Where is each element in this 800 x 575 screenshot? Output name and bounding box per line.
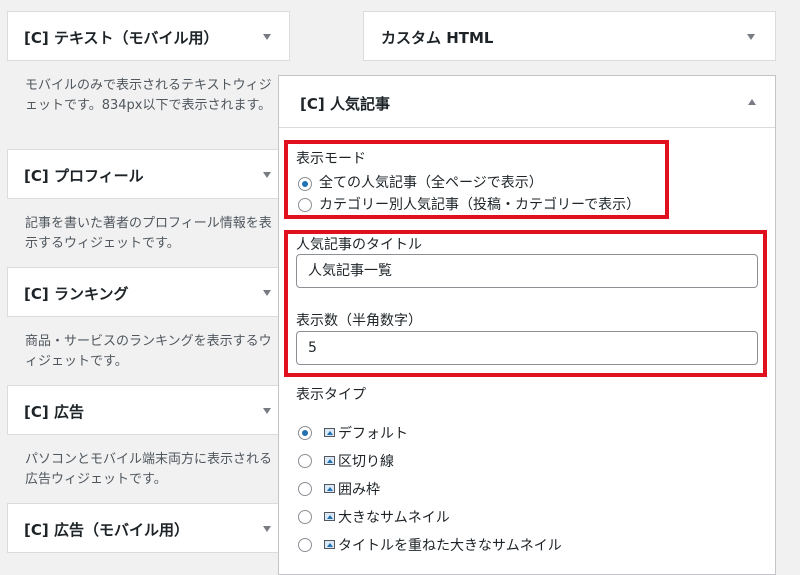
panel-header[interactable]: [C] 人気記事 — [279, 76, 775, 128]
widget-description: 商品・サービスのランキングを表示するウィジェットです。 — [25, 334, 272, 369]
radio-type-box[interactable] — [298, 482, 312, 496]
panel-title: [C] 人気記事 — [300, 95, 390, 113]
radio-type-large-thumb[interactable] — [298, 510, 312, 524]
widget-description: モバイルのみで表示されるテキストウィジェットです。834px以下で表示されます。 — [25, 78, 272, 113]
image-icon — [324, 512, 335, 521]
widget-ranking[interactable]: [C] ランキング — [7, 267, 290, 317]
highlight-box — [284, 230, 767, 377]
radio-type-large-thumb-label[interactable]: 大きなサムネイル — [338, 507, 450, 527]
widget-text-mobile[interactable]: [C] テキスト（モバイル用） — [7, 11, 290, 61]
chevron-down-icon[interactable] — [263, 408, 271, 414]
chevron-down-icon[interactable] — [263, 526, 271, 532]
widget-description: 記事を書いた著者のプロフィール情報を表示するウィジェットです。 — [25, 216, 272, 251]
widget-title: [C] 広告 — [24, 403, 84, 421]
chevron-down-icon[interactable] — [263, 34, 271, 40]
radio-type-default[interactable] — [298, 426, 312, 440]
widget-title: カスタム HTML — [381, 29, 494, 47]
widget-ad[interactable]: [C] 広告 — [7, 385, 290, 435]
chevron-down-icon[interactable] — [747, 34, 755, 40]
widget-ad-mobile[interactable]: [C] 広告（モバイル用） — [7, 503, 290, 553]
widget-title: [C] 広告（モバイル用） — [24, 521, 189, 539]
radio-type-overlay-thumb[interactable] — [298, 538, 312, 552]
chevron-down-icon[interactable] — [263, 172, 271, 178]
radio-type-divider[interactable] — [298, 454, 312, 468]
highlight-box — [284, 140, 669, 219]
widget-title: [C] プロフィール — [24, 167, 144, 185]
image-icon — [324, 456, 335, 465]
radio-type-default-label[interactable]: デフォルト — [338, 423, 408, 443]
widget-description: パソコンとモバイル端末両方に表示される広告ウィジェットです。 — [25, 452, 273, 487]
widget-title: [C] テキスト（モバイル用） — [24, 29, 219, 47]
image-icon — [324, 484, 335, 493]
chevron-down-icon[interactable] — [263, 290, 271, 296]
image-icon — [324, 540, 335, 549]
radio-type-box-label[interactable]: 囲み枠 — [338, 479, 380, 499]
display-type-label: 表示タイプ — [296, 387, 366, 403]
widget-title: [C] ランキング — [24, 285, 129, 303]
radio-type-overlay-thumb-label[interactable]: タイトルを重ねた大きなサムネイル — [338, 535, 562, 555]
chevron-up-icon[interactable] — [748, 99, 756, 105]
image-icon — [324, 428, 335, 437]
widget-profile[interactable]: [C] プロフィール — [7, 149, 290, 199]
radio-type-divider-label[interactable]: 区切り線 — [338, 451, 394, 471]
widget-custom-html[interactable]: カスタム HTML — [363, 11, 776, 61]
